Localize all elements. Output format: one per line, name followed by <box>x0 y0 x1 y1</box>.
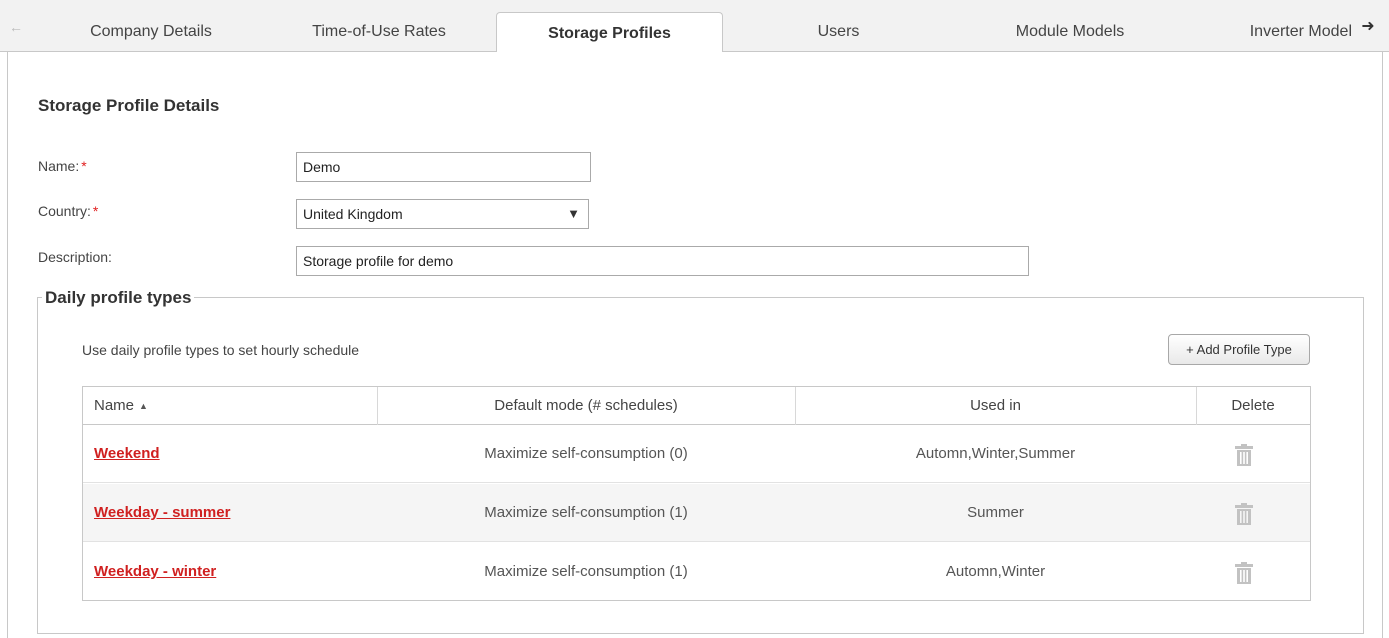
column-header-name-label: Name <box>94 397 135 414</box>
sort-ascending-icon: ▲ <box>139 401 148 412</box>
name-label: Name: * <box>38 158 87 174</box>
table-header: Name ▲ Default mode (# schedules) Used in… <box>83 387 1310 425</box>
table-row: Weekend Maximize self-consumption (0) Au… <box>83 425 1310 483</box>
profile-used-in: Automn,Winter,Summer <box>915 445 1076 462</box>
arrow-right-icon[interactable]: ➜ <box>1358 14 1378 40</box>
profile-used-in: Summer <box>967 504 1024 521</box>
required-mark: * <box>92 203 99 219</box>
tab-users[interactable]: Users <box>726 14 951 52</box>
profile-used-in: Automn,Winter <box>945 563 1046 580</box>
tab-time-of-use-rates[interactable]: Time-of-Use Rates <box>265 14 493 52</box>
description-input[interactable] <box>296 246 1029 276</box>
description-label: Description: <box>38 249 112 265</box>
trash-icon[interactable] <box>1235 444 1253 466</box>
country-select[interactable]: United Kingdom ▼ <box>296 199 589 229</box>
name-label-text: Name: <box>38 158 80 174</box>
profile-default-mode: Maximize self-consumption (1) <box>484 563 688 580</box>
profile-name-link[interactable]: Weekday - winter <box>94 543 216 601</box>
country-label: Country: * <box>38 203 98 219</box>
profile-default-mode: Maximize self-consumption (1) <box>484 504 688 521</box>
profile-name-link[interactable]: Weekday - summer <box>94 484 230 542</box>
table-row: Weekday - summer Maximize self-consumpti… <box>83 484 1310 542</box>
profile-default-mode: Maximize self-consumption (0) <box>484 445 688 462</box>
daily-profile-types-legend: Daily profile types <box>42 288 195 308</box>
daily-profile-hint: Use daily profile types to set hourly sc… <box>82 342 360 358</box>
tab-company-details[interactable]: Company Details <box>40 14 262 52</box>
dropdown-arrow-icon: ▼ <box>567 206 580 221</box>
trash-icon[interactable] <box>1235 503 1253 525</box>
table-row: Weekday - winter Maximize self-consumpti… <box>83 543 1310 601</box>
column-header-delete: Delete <box>1231 397 1275 414</box>
tab-bar: ← Company Details Time-of-Use Rates Stor… <box>0 0 1389 53</box>
required-mark: * <box>81 158 87 174</box>
column-header-default-mode[interactable]: Default mode (# schedules) <box>377 387 795 425</box>
column-header-used-in[interactable]: Used in <box>795 387 1196 425</box>
profile-name-link[interactable]: Weekend <box>94 425 160 483</box>
country-selected-value: United Kingdom <box>303 206 403 222</box>
name-input[interactable] <box>296 152 591 182</box>
tab-module-models[interactable]: Module Models <box>955 14 1185 52</box>
section-title: Storage Profile Details <box>38 96 220 115</box>
tab-storage-profiles[interactable]: Storage Profiles <box>496 12 723 53</box>
tab-inverter-model[interactable]: Inverter Model <box>1188 14 1354 52</box>
country-label-text: Country: <box>38 203 91 219</box>
add-profile-type-button[interactable]: + Add Profile Type <box>1168 334 1310 365</box>
arrow-left-icon[interactable]: ← <box>6 14 26 40</box>
trash-icon[interactable] <box>1235 562 1253 584</box>
column-header-name[interactable]: Name ▲ <box>94 387 148 425</box>
daily-profile-table: Name ▲ Default mode (# schedules) Used in… <box>82 386 1311 601</box>
